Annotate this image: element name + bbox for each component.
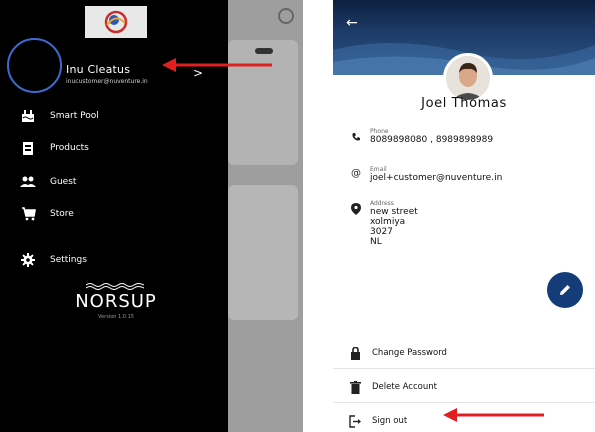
cart-icon [20,206,36,222]
email-value: joel+customer@nuventure.in [370,173,503,183]
menu-item-store[interactable]: Store [20,204,74,224]
background-toggle [255,48,273,54]
user-avatar[interactable] [7,38,62,93]
sign-out-label: Sign out [372,416,408,426]
trash-icon [348,380,362,394]
address-line: xolmiya [370,217,406,227]
sign-out-icon [348,414,362,428]
delete-account-button[interactable]: Delete Account [348,380,437,394]
location-pin-icon [348,200,364,216]
edit-profile-button[interactable] [547,272,583,308]
menu-label: Store [50,209,74,219]
drawer-user-name[interactable]: Inu Cleatus [66,63,130,76]
profile-name: Joel Thomas [421,96,507,111]
right-screenshot-profile: ← Joel Thomas Phone 8089898080 , 8989898… [333,0,595,432]
address-row: Address new street xolmiya 3027 NL [348,200,418,247]
logo-icon [104,10,128,34]
phone-row: Phone 8089898080 , 8989898989 [348,128,493,145]
drawer-user-email: inucustomer@nuventure.in [66,78,148,85]
menu-item-products[interactable]: Products [20,138,89,158]
menu-label: Guest [50,177,77,187]
wave-logo-icon [86,283,144,290]
divider [333,368,595,369]
pool-icon [20,108,36,124]
change-password-button[interactable]: Change Password [348,346,447,360]
delete-account-label: Delete Account [372,382,437,392]
address-line: new street [370,207,418,217]
annotation-arrow [443,408,544,422]
menu-label: Products [50,143,89,153]
address-line: 3027 [370,227,393,237]
background-card [228,40,298,165]
address-line: NL [370,237,382,247]
gear-icon [20,252,36,268]
app-version: Version 1.0.15 [98,314,134,320]
back-arrow-icon[interactable]: ← [346,15,358,31]
background-card [228,185,298,320]
guest-icon [20,174,36,190]
products-icon [20,140,36,156]
left-screenshot-navigation-drawer: Inu Cleatus inucustomer@nuventure.in > S… [0,0,303,432]
phone-label: Phone [370,128,389,135]
at-sign-icon: @ [351,168,361,179]
profile-chevron-icon[interactable]: > [193,66,203,80]
divider [333,402,595,403]
pencil-icon [560,285,570,295]
phone-value: 8089898080 , 8989898989 [370,135,494,145]
phone-icon [348,128,364,144]
menu-item-settings[interactable]: Settings [20,250,87,270]
email-label: Email [370,166,387,173]
change-password-label: Change Password [372,348,447,358]
menu-item-guest[interactable]: Guest [20,172,76,192]
app-logo [85,6,147,38]
email-row: @ Email joel+customer@nuventure.in [348,166,502,184]
brand-name: NORSUP [75,291,157,312]
alarm-icon [278,8,294,24]
sign-out-button[interactable]: Sign out [348,414,407,428]
menu-label: Settings [50,255,87,265]
navigation-drawer: Inu Cleatus inucustomer@nuventure.in > S… [0,0,228,432]
lock-icon [348,346,362,360]
person-portrait-icon [446,56,490,100]
menu-item-smart-pool[interactable]: Smart Pool [20,106,99,126]
menu-label: Smart Pool [50,111,99,121]
address-label: Address [370,200,394,207]
